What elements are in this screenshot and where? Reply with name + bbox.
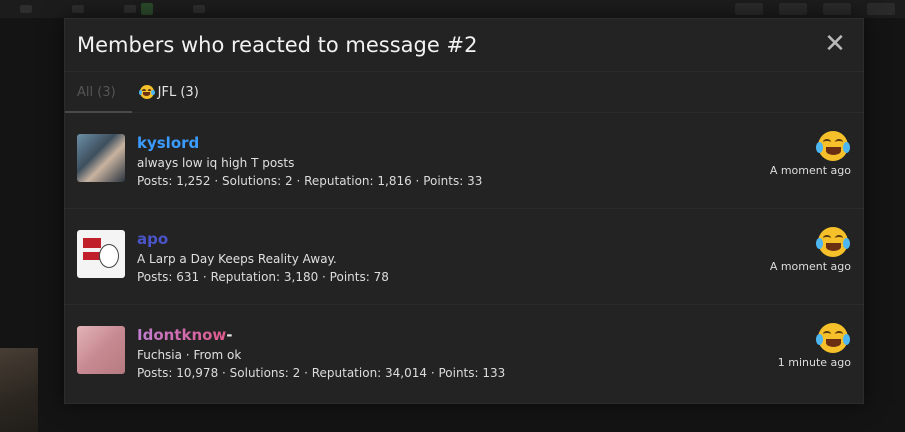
member-info: kyslord always low iq high T posts Posts… — [137, 134, 482, 188]
username-text: Idontknow — [137, 326, 227, 344]
modal-title: Members who reacted to message #2 — [77, 33, 478, 57]
members-icon — [20, 5, 32, 13]
username-suffix: - — [226, 326, 233, 344]
username-link[interactable]: apo — [137, 230, 389, 248]
username-link[interactable]: Idontknow- — [137, 326, 505, 344]
tab-jfl[interactable]: JFL (3) — [138, 72, 199, 112]
avatar[interactable] — [77, 230, 125, 278]
member-info: Idontknow- Fuchsia · From ok Posts: 10,9… — [137, 326, 505, 380]
laughing-crying-emoji-icon — [816, 131, 850, 161]
laughing-crying-emoji-icon — [138, 85, 155, 99]
bg-search-icon — [867, 3, 895, 15]
chat-icon — [124, 5, 136, 13]
reaction-info: A moment ago — [770, 227, 851, 273]
list-item: apo A Larp a Day Keeps Reality Away. Pos… — [65, 209, 863, 305]
tab-all-label: All (3) — [77, 84, 116, 100]
modal-header: Members who reacted to message #2 ✕ — [65, 19, 863, 72]
upgrade-icon — [193, 5, 205, 13]
user-stats: Posts: 631 · Reputation: 3,180 · Points:… — [137, 270, 389, 284]
user-title: A Larp a Day Keeps Reality Away. — [137, 252, 337, 266]
bg-user-menu — [735, 3, 763, 15]
close-button[interactable]: ✕ — [823, 31, 847, 57]
member-info: apo A Larp a Day Keeps Reality Away. Pos… — [137, 230, 389, 284]
bg-nav-upgrade — [193, 5, 205, 13]
reaction-time: A moment ago — [769, 260, 851, 273]
background-navbar — [0, 0, 905, 18]
reaction-time: A moment ago — [769, 164, 851, 177]
reactions-modal: Members who reacted to message #2 ✕ All … — [64, 18, 864, 404]
bg-nav-members — [20, 5, 32, 13]
bg-nav-right — [735, 0, 895, 18]
user-stats: Posts: 10,978 · Solutions: 2 · Reputatio… — [137, 366, 506, 380]
user-stats: Posts: 1,252 · Solutions: 2 · Reputation… — [137, 174, 483, 188]
user-title: Fuchsia · From ok — [137, 348, 242, 362]
list-item: Idontknow- Fuchsia · From ok Posts: 10,9… — [65, 305, 863, 401]
member-list: kyslord always low iq high T posts Posts… — [65, 113, 863, 401]
laughing-crying-emoji-icon — [816, 323, 850, 353]
chat-badge — [141, 3, 153, 15]
bg-nav-chat — [124, 3, 153, 15]
reaction-info: 1 minute ago — [778, 323, 851, 369]
rules-icon — [72, 5, 84, 13]
user-title: always low iq high T posts — [137, 156, 295, 170]
list-item: kyslord always low iq high T posts Posts… — [65, 113, 863, 209]
tab-jfl-label: JFL (3) — [157, 84, 199, 100]
avatar[interactable] — [77, 134, 125, 182]
bg-inbox-icon — [779, 3, 807, 15]
tab-all[interactable]: All (3) — [65, 72, 132, 113]
laughing-crying-emoji-icon — [816, 227, 850, 257]
bg-nav-rules — [72, 5, 84, 13]
background-image-fragment — [0, 348, 38, 432]
reaction-tabs: All (3) JFL (3) — [65, 72, 863, 113]
reaction-time: 1 minute ago — [777, 356, 851, 369]
reaction-info: A moment ago — [770, 131, 851, 177]
avatar[interactable] — [77, 326, 125, 374]
bg-alerts-icon — [823, 3, 851, 15]
username-link[interactable]: kyslord — [137, 134, 482, 152]
